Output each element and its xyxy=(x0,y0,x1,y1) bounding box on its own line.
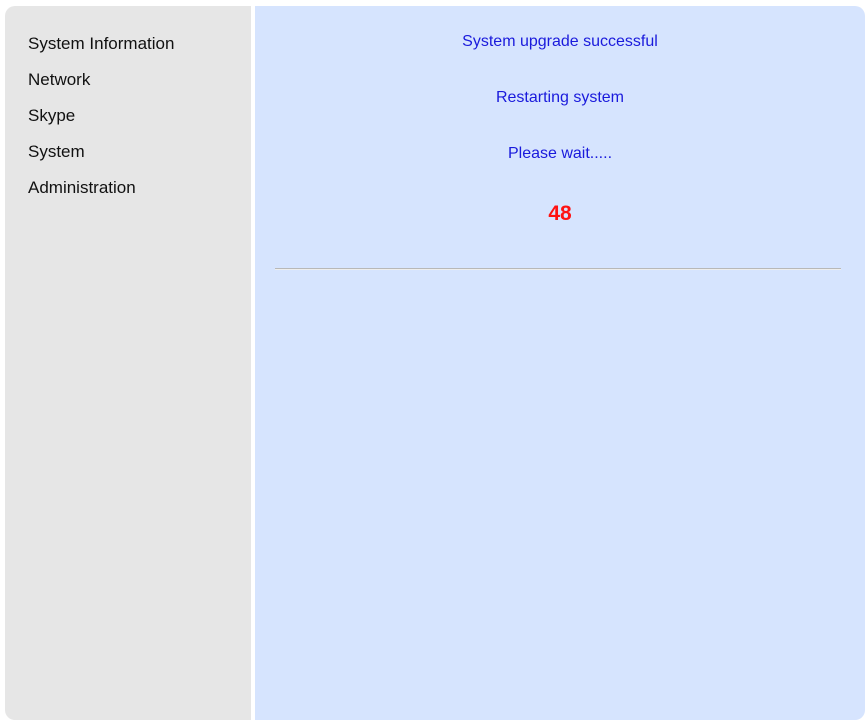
sidebar-item-network[interactable]: Network xyxy=(28,68,251,104)
countdown-timer: 48 xyxy=(548,202,572,225)
app-frame: System Information Network Skype System … xyxy=(5,6,865,720)
upgrade-status-message: System upgrade successful xyxy=(462,33,658,50)
sidebar-item-skype[interactable]: Skype xyxy=(28,104,251,140)
restart-status-message: Restarting system xyxy=(495,89,625,106)
main-panel: System upgrade successful Restarting sys… xyxy=(255,6,865,720)
sidebar-item-system-information[interactable]: System Information xyxy=(28,32,251,68)
wait-message: Please wait..... xyxy=(507,145,613,162)
sidebar-item-system[interactable]: System xyxy=(28,140,251,176)
sidebar-nav: System Information Network Skype System … xyxy=(5,6,251,720)
horizontal-divider xyxy=(275,268,841,270)
sidebar-item-administration[interactable]: Administration xyxy=(28,176,251,212)
